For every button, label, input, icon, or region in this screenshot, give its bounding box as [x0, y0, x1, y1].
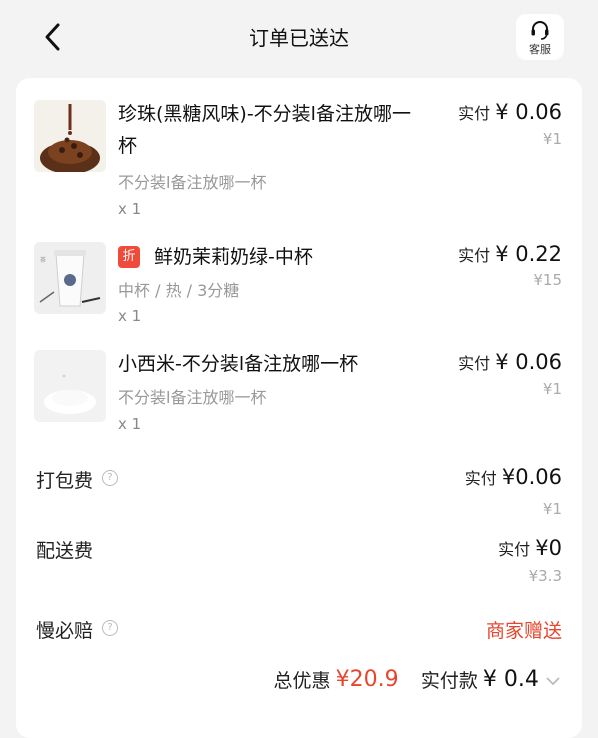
paid-label: 实付: [464, 469, 497, 488]
item-image-pearl[interactable]: [34, 100, 106, 172]
paid-value: ¥ 0.22: [495, 242, 562, 266]
total-paid-value: ¥ 0.4: [482, 667, 539, 692]
delivery-fee-label: 配送费: [36, 540, 94, 562]
item-spec: 不分装l备注放哪一杯: [118, 388, 267, 407]
paid-value: ¥0: [535, 536, 562, 560]
compensation-label: 慢必赔: [36, 620, 94, 642]
item-image-milk-tea[interactable]: 茶: [34, 242, 106, 314]
top-bar: 订单已送达 客服: [0, 0, 598, 76]
svg-text:茶: 茶: [40, 256, 46, 264]
paid-value: ¥0.06: [501, 465, 562, 489]
watermark: @易简财经: [488, 694, 569, 713]
customer-service-button[interactable]: 客服: [516, 14, 564, 60]
packing-fee-paid: 实付 ¥0.06: [465, 465, 562, 489]
customer-service-label: 客服: [529, 43, 551, 56]
packing-fee-original: ¥1: [542, 500, 562, 518]
paid-label: 实付: [458, 104, 491, 123]
item-paid-price: 实付 ¥ 0.22: [458, 242, 562, 266]
item-name[interactable]: 珍珠(黑糖风味)-不分装l备注放哪一 杯: [118, 98, 448, 162]
item-original-price: ¥1: [542, 380, 562, 398]
total-discount-label: 总优惠: [273, 670, 331, 692]
order-total-row[interactable]: 总优惠 ¥20.9 实付款 ¥ 0.4: [274, 666, 562, 693]
paid-value: ¥ 0.06: [495, 350, 562, 374]
order-detail-card: 珍珠(黑糖风味)-不分装l备注放哪一 杯 不分装l备注放哪一杯 x 1 实付 ¥…: [16, 78, 582, 738]
customer-service-icon: [531, 21, 549, 40]
compensation-value: 商家赠送: [485, 620, 562, 642]
item-paid-price: 实付 ¥ 0.06: [458, 350, 562, 374]
delivery-fee-paid: 实付 ¥0: [498, 536, 562, 560]
item-name[interactable]: 鲜奶茉莉奶绿-中杯: [154, 241, 313, 273]
item-name[interactable]: 小西米-不分装l备注放哪一杯: [118, 348, 358, 380]
item-spec: 中杯 / 热 / 3分糖: [118, 281, 240, 300]
delivery-fee-original: ¥3.3: [528, 567, 562, 585]
total-paid-label: 实付款: [420, 670, 478, 692]
paid-label: 实付: [458, 354, 491, 373]
discount-tag: 折: [118, 246, 140, 268]
item-paid-price: 实付 ¥ 0.06: [458, 100, 562, 124]
paid-label: 实付: [498, 540, 531, 559]
item-quantity: x 1: [118, 307, 142, 325]
total-discount-value: ¥20.9: [335, 667, 399, 692]
item-spec: 不分装l备注放哪一杯: [118, 173, 267, 192]
help-icon[interactable]: ?: [102, 620, 118, 636]
item-quantity: x 1: [118, 200, 142, 218]
item-name-line2: 杯: [118, 135, 138, 157]
chevron-down-icon[interactable]: [544, 670, 562, 689]
packing-fee-label: 打包费: [36, 470, 94, 492]
item-name-line1: 珍珠(黑糖风味)-不分装l备注放哪一: [118, 103, 411, 125]
paid-value: ¥ 0.06: [495, 100, 562, 124]
help-icon[interactable]: ?: [102, 470, 118, 486]
page-title: 订单已送达: [249, 26, 349, 50]
item-image-sago[interactable]: [34, 350, 106, 422]
item-original-price: ¥15: [533, 271, 562, 289]
paid-label: 实付: [458, 246, 491, 265]
item-quantity: x 1: [118, 415, 142, 433]
item-original-price: ¥1: [542, 130, 562, 148]
